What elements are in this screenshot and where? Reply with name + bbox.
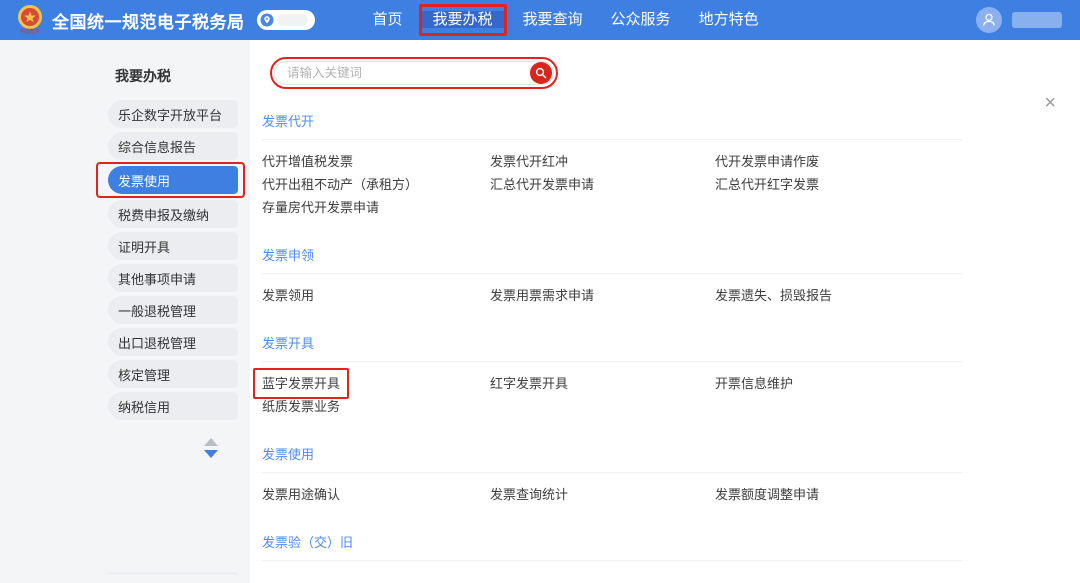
annotation-box-sidebar: 发票使用	[96, 162, 245, 198]
menu-item[interactable]: 存量房代开发票申请	[262, 196, 490, 219]
nav-item-taxes[interactable]: 我要办税	[421, 11, 504, 28]
section-invoice-yanjiao: 发票验（交）旧	[262, 532, 962, 561]
sidebar-item-partial	[108, 572, 238, 575]
tax-emblem-logo: 中国税务	[16, 4, 44, 38]
sidebar-item-general-refund[interactable]: 一般退税管理	[108, 296, 238, 324]
scroll-down-icon[interactable]	[203, 450, 218, 458]
menu-item[interactable]: 汇总代开发票申请	[490, 173, 715, 196]
annotation-box-nav: 我要办税	[418, 4, 507, 36]
search-bar	[274, 61, 554, 85]
divider	[262, 472, 962, 473]
top-nav: 首页 我要办税 我要查询 公众服务 地方特色	[359, 0, 773, 40]
menu-item-blue-invoice[interactable]: 蓝字发票开具	[253, 368, 490, 399]
section-invoice-daikai: 发票代开 代开增值税发票 发票代开红冲 代开发票申请作废 代开出租不动产（承租方…	[262, 111, 962, 219]
sidebar: 我要办税 乐企数字开放平台 综合信息报告 发票使用 税费申报及缴纳 证明开具 其…	[0, 40, 250, 583]
search-button[interactable]	[530, 62, 552, 84]
section-invoice-kaiju: 发票开具 蓝字发票开具 红字发票开具 开票信息维护 纸质发票业务	[253, 333, 962, 418]
menu-item[interactable]: 代开出租不动产（承租方）	[262, 173, 490, 196]
section-items: 蓝字发票开具 红字发票开具 开票信息维护 纸质发票业务	[253, 368, 962, 418]
location-pin-icon	[260, 13, 273, 27]
user-area	[976, 7, 1066, 33]
divider	[262, 139, 962, 140]
sidebar-scroll-arrows	[171, 438, 250, 458]
menu-item[interactable]: 纸质发票业务	[262, 395, 490, 418]
search-icon	[535, 67, 547, 79]
sidebar-item-tax-credit[interactable]: 纳税信用	[108, 392, 238, 420]
section-title: 发票申领	[262, 248, 315, 263]
emblem-caption: 中国税务	[19, 29, 40, 35]
tax-emblem-icon	[18, 5, 42, 29]
menu-panel: × 发票代开 代开增值税发票 发票代开红冲 代开发票申请作废	[250, 40, 1080, 583]
user-name-redacted[interactable]	[1012, 12, 1062, 28]
page-body: 我要办税 乐企数字开放平台 综合信息报告 发票使用 税费申报及缴纳 证明开具 其…	[0, 40, 1080, 583]
section-items: 发票用途确认 发票查询统计 发票额度调整申请	[262, 483, 962, 506]
menu-item[interactable]: 代开发票申请作废	[715, 150, 962, 173]
menu-item[interactable]: 开票信息维护	[715, 372, 962, 395]
menu-item[interactable]: 红字发票开具	[490, 372, 715, 395]
sidebar-item-info-report[interactable]: 综合信息报告	[108, 132, 238, 160]
menu-item[interactable]: 代开增值税发票	[262, 150, 490, 173]
sidebar-item-other-matters[interactable]: 其他事项申请	[108, 264, 238, 292]
menu-item[interactable]: 发票代开红冲	[490, 150, 715, 173]
close-icon[interactable]: ×	[1044, 93, 1056, 113]
brand: 中国税务 全国统一规范电子税务局	[16, 2, 245, 38]
divider	[262, 273, 962, 274]
app-title: 全国统一规范电子税务局	[52, 12, 245, 32]
search-input[interactable]	[275, 66, 530, 80]
section-invoice-shiyong: 发票使用 发票用途确认 发票查询统计 发票额度调整申请	[262, 444, 962, 506]
nav-item-local-features[interactable]: 地方特色	[685, 0, 773, 40]
sidebar-header: 我要办税	[115, 68, 171, 84]
location-value-redacted	[276, 14, 308, 26]
divider	[262, 560, 962, 561]
user-icon	[983, 13, 995, 26]
menu-item[interactable]: 发票领用	[262, 284, 490, 307]
menu-item[interactable]: 发票用票需求申请	[490, 284, 715, 307]
menu-item[interactable]: 汇总代开红字发票	[715, 173, 962, 196]
nav-item-home[interactable]: 首页	[359, 0, 417, 40]
section-items: 代开增值税发票 发票代开红冲 代开发票申请作废 代开出租不动产（承租方） 汇总代…	[262, 150, 962, 219]
menu-item[interactable]: 发票遗失、损毁报告	[715, 284, 962, 307]
section-title: 发票开具	[262, 336, 315, 351]
menu-sections: 发票代开 代开增值税发票 发票代开红冲 代开发票申请作废 代开出租不动产（承租方…	[253, 111, 962, 561]
sidebar-item-invoice-use[interactable]: 发票使用	[108, 166, 238, 194]
sidebar-item-export-refund[interactable]: 出口退税管理	[108, 328, 238, 356]
nav-item-query[interactable]: 我要查询	[509, 0, 597, 40]
scroll-up-icon[interactable]	[203, 438, 218, 446]
sidebar-item-certificate-issue[interactable]: 证明开具	[108, 232, 238, 260]
sidebar-item-tax-declare-pay[interactable]: 税费申报及缴纳	[108, 200, 238, 228]
sidebar-item-assessment-mgmt[interactable]: 核定管理	[108, 360, 238, 388]
section-title: 发票验（交）旧	[262, 535, 354, 550]
divider	[262, 361, 962, 362]
avatar[interactable]	[976, 7, 1002, 33]
section-title: 发票使用	[262, 447, 315, 462]
section-title: 发票代开	[262, 114, 315, 129]
annotation-box-search	[270, 57, 558, 89]
nav-item-public-service[interactable]: 公众服务	[597, 0, 685, 40]
menu-item[interactable]: 发票用途确认	[262, 483, 490, 506]
menu-item[interactable]: 发票额度调整申请	[715, 483, 962, 506]
sidebar-item-leqi-platform[interactable]: 乐企数字开放平台	[108, 100, 238, 128]
menu-item[interactable]: 发票查询统计	[490, 483, 715, 506]
topbar: 中国税务 全国统一规范电子税务局 首页 我要办税 我要查询 公众服务 地方特色	[0, 0, 1080, 40]
section-invoice-shenling: 发票申领 发票领用 发票用票需求申请 发票遗失、损毁报告	[262, 245, 962, 307]
location-selector[interactable]	[256, 10, 315, 30]
section-items: 发票领用 发票用票需求申请 发票遗失、损毁报告	[262, 284, 962, 307]
